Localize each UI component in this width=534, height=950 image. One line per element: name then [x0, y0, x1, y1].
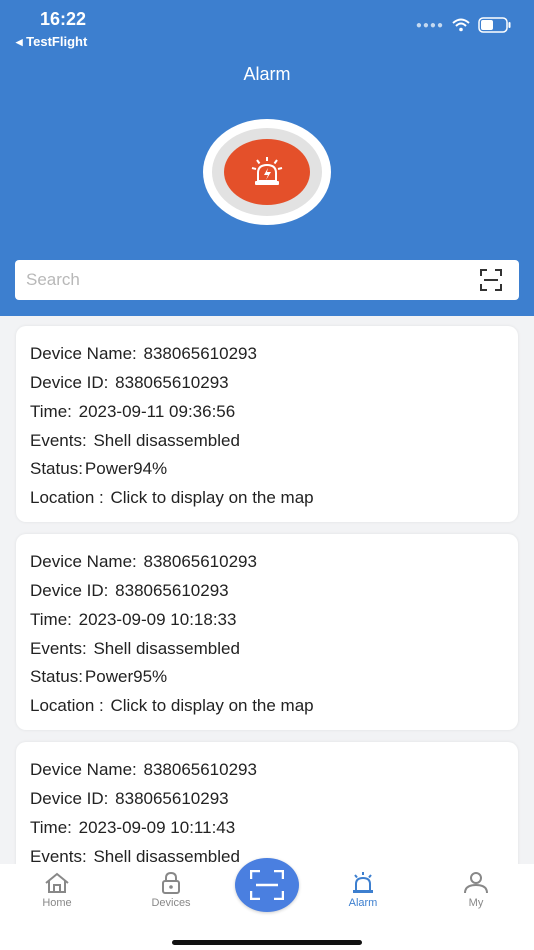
events-row: Events: Shell disassembled — [30, 431, 240, 451]
alarm-card[interactable]: Device Name: 838065610293 Device ID: 838… — [16, 326, 518, 522]
siren-icon — [251, 157, 283, 185]
status-icons: ●●●● — [416, 17, 512, 33]
device-name-value: 838065610293 — [143, 760, 257, 779]
device-id-label: Device ID: — [30, 581, 109, 600]
time-label: Time: — [30, 610, 72, 629]
events-value: Shell disassembled — [93, 639, 240, 658]
time-value: 2023-09-11 09:36:56 — [78, 402, 236, 421]
device-id-label: Device ID: — [30, 373, 109, 392]
time-label: Time: — [30, 818, 72, 837]
time-label: Time: — [30, 402, 72, 421]
time-row: Time: 2023-09-09 10:11:43 — [30, 818, 235, 838]
scan-icon[interactable] — [480, 269, 502, 291]
location-row[interactable]: Location : Click to display on the map — [30, 696, 314, 716]
events-label: Events: — [30, 639, 87, 658]
tab-my[interactable]: My — [436, 872, 516, 909]
alarm-icon — [353, 872, 373, 893]
alarm-list[interactable]: Device Name: 838065610293 Device ID: 838… — [0, 316, 534, 864]
tab-alarm-label: Alarm — [348, 897, 378, 909]
device-id-value: 838065610293 — [115, 789, 229, 808]
device-name-value: 838065610293 — [143, 344, 257, 363]
events-label: Events: — [30, 431, 87, 450]
tab-devices-label: Devices — [151, 897, 191, 909]
signal-icon: ●●●● — [415, 19, 444, 31]
alarm-card[interactable]: Device Name: 838065610293 Device ID: 838… — [16, 742, 518, 864]
status-time: 16:22 — [40, 9, 87, 29]
device-id-row: Device ID: 838065610293 — [30, 373, 229, 393]
tab-devices[interactable]: Devices — [131, 872, 211, 909]
location-label: Location : — [30, 696, 104, 715]
location-link[interactable]: Click to display on the map — [110, 696, 313, 715]
status-value: Power94% — [84, 459, 168, 478]
location-row[interactable]: Location : Click to display on the map — [30, 488, 314, 508]
status-bar: 16:22 ◂ TestFlight ●●●● — [0, 0, 534, 54]
status-label: Status: — [30, 667, 83, 686]
battery-icon — [478, 17, 511, 33]
wifi-icon — [452, 18, 470, 32]
person-icon — [464, 872, 488, 894]
location-label: Location : — [30, 488, 104, 507]
device-id-row: Device ID: 838065610293 — [30, 581, 229, 601]
device-name-row: Device Name: 838065610293 — [30, 760, 257, 780]
tab-alarm[interactable]: Alarm — [323, 872, 403, 909]
device-id-row: Device ID: 838065610293 — [30, 789, 229, 809]
status-row: Status: Power95% — [30, 667, 167, 687]
scan-icon — [250, 870, 284, 900]
alarm-badge[interactable] — [224, 139, 310, 205]
search-input[interactable] — [26, 268, 466, 292]
header: 16:22 ◂ TestFlight ●●●● Alarm — [0, 0, 534, 316]
scan-button[interactable] — [235, 858, 299, 912]
device-name-row: Device Name: 838065610293 — [30, 344, 257, 364]
events-value: Shell disassembled — [93, 847, 240, 864]
home-icon — [45, 872, 69, 893]
tab-home-label: Home — [42, 897, 72, 909]
device-id-value: 838065610293 — [115, 373, 229, 392]
device-name-row: Device Name: 838065610293 — [30, 552, 257, 572]
events-label: Events: — [30, 847, 87, 864]
alarm-card[interactable]: Device Name: 838065610293 Device ID: 838… — [16, 534, 518, 730]
time-value: 2023-09-09 10:11:43 — [78, 818, 236, 837]
location-link[interactable]: Click to display on the map — [110, 488, 313, 507]
status-label: Status: — [30, 459, 83, 478]
device-name-label: Device Name: — [30, 760, 137, 779]
device-name-label: Device Name: — [30, 552, 137, 571]
tab-my-label: My — [468, 897, 484, 909]
time-row: Time: 2023-09-11 09:36:56 — [30, 402, 235, 422]
events-value: Shell disassembled — [93, 431, 240, 450]
device-name-value: 838065610293 — [143, 552, 257, 571]
device-id-value: 838065610293 — [115, 581, 229, 600]
home-indicator — [172, 940, 362, 945]
events-row: Events: Shell disassembled — [30, 847, 240, 864]
device-id-label: Device ID: — [30, 789, 109, 808]
events-row: Events: Shell disassembled — [30, 639, 240, 659]
time-value: 2023-09-09 10:18:33 — [78, 610, 237, 629]
status-row: Status: Power94% — [30, 459, 167, 479]
search-bar — [15, 260, 519, 300]
back-to-testflight-link[interactable]: ◂ TestFlight — [16, 34, 87, 50]
tab-home[interactable]: Home — [17, 872, 97, 909]
page-title: Alarm — [243, 64, 291, 84]
lock-icon — [162, 872, 180, 894]
device-name-label: Device Name: — [30, 344, 137, 363]
status-value: Power95% — [84, 667, 168, 686]
time-row: Time: 2023-09-09 10:18:33 — [30, 610, 236, 630]
